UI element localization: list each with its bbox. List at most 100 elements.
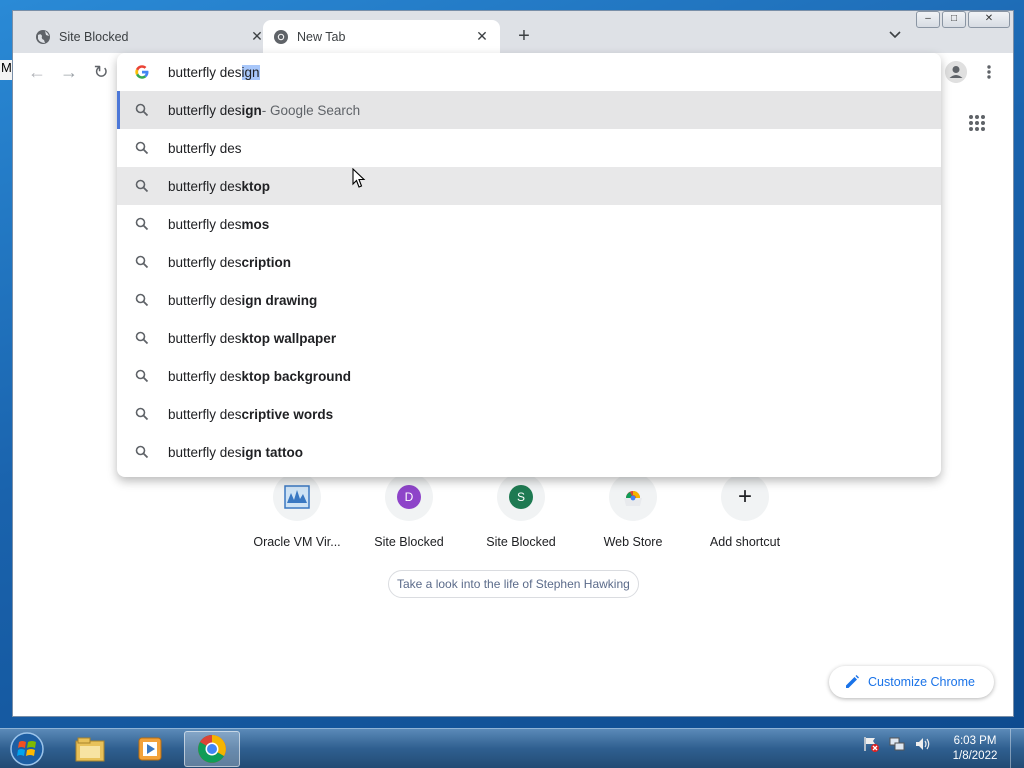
- autocomplete-selection: ign: [241, 64, 260, 80]
- search-icon: [135, 217, 149, 231]
- system-clock[interactable]: 6:03 PM 1/8/2022: [944, 734, 1006, 764]
- suggestion-prefix: butterfly des: [168, 178, 242, 194]
- suggestion-suffix: - Google Search: [261, 102, 361, 118]
- shortcut-tile[interactable]: S Site Blocked: [465, 473, 577, 549]
- search-icon: [135, 179, 149, 193]
- suggestion-completion: mos: [241, 216, 270, 232]
- tab-new-tab[interactable]: New Tab ✕: [263, 20, 500, 53]
- mouse-cursor-icon: [352, 168, 366, 188]
- suggestion-completion: ign tattoo: [241, 444, 304, 460]
- chevron-down-icon[interactable]: [887, 27, 903, 43]
- media-player-icon: [138, 737, 162, 761]
- shortcut-tile[interactable]: Web Store: [577, 473, 689, 549]
- suggestion-completion: ktop background: [241, 368, 352, 384]
- shortcuts-grid: Oracle VM Vir... D Site Blocked S Site B…: [241, 473, 801, 563]
- profile-icon[interactable]: [945, 61, 967, 83]
- suggestion-prefix: butterfly des: [168, 368, 242, 384]
- chrome-icon: [274, 29, 288, 44]
- close-window-button[interactable]: ✕: [968, 11, 1010, 28]
- plus-icon: +: [737, 483, 752, 510]
- taskbar-media-player[interactable]: [122, 731, 178, 767]
- shortcut-label: Oracle VM Vir...: [253, 535, 341, 549]
- google-apps-icon[interactable]: [968, 114, 986, 132]
- search-icon: [135, 255, 149, 269]
- chrome-icon: [198, 735, 226, 763]
- suggestion-prefix: butterfly des: [168, 254, 242, 270]
- suggestion-item[interactable]: butterfly des criptive words: [117, 395, 941, 433]
- shortcut-icon-circle: +: [721, 473, 769, 521]
- suggestion-item[interactable]: butterfly des ktop: [117, 167, 941, 205]
- window-controls: – □ ✕: [916, 11, 1012, 28]
- tab-close-icon[interactable]: ✕: [474, 28, 490, 45]
- tab-strip: Site Blocked ✕ New Tab ✕ + – □ ✕: [13, 11, 1013, 53]
- search-icon: [135, 445, 149, 459]
- suggestion-item[interactable]: butterfly des cription: [117, 243, 941, 281]
- suggestion-prefix: butterfly des: [168, 140, 242, 156]
- more-menu-icon[interactable]: [981, 62, 997, 82]
- tab-site-blocked[interactable]: Site Blocked ✕: [25, 20, 275, 53]
- maximize-button[interactable]: □: [942, 11, 966, 28]
- suggestion-item[interactable]: butterfly des: [117, 129, 941, 167]
- suggestion-item[interactable]: butterfly des mos: [117, 205, 941, 243]
- shortcut-icon-circle: S: [497, 473, 545, 521]
- show-desktop-button[interactable]: [1010, 729, 1024, 768]
- search-icon: [135, 293, 149, 307]
- search-icon: [135, 407, 149, 421]
- file-explorer-icon: [75, 737, 105, 762]
- shortcut-tile[interactable]: D Site Blocked: [353, 473, 465, 549]
- system-tray: [862, 735, 932, 753]
- search-icon: [135, 331, 149, 345]
- suggestion-completion: ign drawing: [241, 292, 318, 308]
- suggestion-item[interactable]: butterfly des ign - Google Search: [117, 91, 941, 129]
- reload-button[interactable]: ↻: [90, 61, 112, 83]
- forward-button[interactable]: →: [58, 61, 80, 83]
- taskbar-chrome[interactable]: [184, 731, 240, 767]
- suggestion-list: butterfly des ign - Google Search butterfl…: [117, 91, 941, 471]
- pencil-icon: [846, 675, 859, 688]
- suggestion-prefix: butterfly des: [168, 216, 242, 232]
- google-g-icon: [135, 65, 149, 79]
- address-bar-input[interactable]: butterfly des ign: [117, 53, 941, 91]
- shortcut-tile[interactable]: Oracle VM Vir...: [241, 473, 353, 549]
- search-icon: [135, 141, 149, 155]
- back-button[interactable]: ←: [26, 61, 48, 83]
- taskbar-file-explorer[interactable]: [62, 731, 118, 767]
- action-center-flag-icon[interactable]: [862, 735, 880, 753]
- taskbar: 6:03 PM 1/8/2022: [0, 728, 1024, 768]
- new-tab-button[interactable]: +: [513, 25, 535, 47]
- shortcut-label: Site Blocked: [486, 535, 556, 549]
- suggestion-completion: ktop wallpaper: [241, 330, 337, 346]
- suggestion-item[interactable]: butterfly des ktop wallpaper: [117, 319, 941, 357]
- letter-s-icon: S: [509, 485, 533, 509]
- globe-icon: [36, 29, 50, 44]
- network-icon[interactable]: [888, 735, 906, 753]
- desktop-edge-letter: M: [0, 60, 12, 80]
- suggestion-prefix: butterfly des: [168, 330, 242, 346]
- suggestion-completion: criptive words: [241, 406, 334, 422]
- tab-title: New Tab: [297, 29, 346, 44]
- promo-link[interactable]: Take a look into the life of Stephen Haw…: [388, 570, 639, 598]
- customize-chrome-button[interactable]: Customize Chrome: [829, 666, 994, 698]
- suggestion-prefix: butterfly des: [168, 444, 242, 460]
- search-icon: [135, 103, 149, 117]
- volume-icon[interactable]: [914, 735, 932, 753]
- shortcut-icon-circle: D: [385, 473, 433, 521]
- webstore-icon: [624, 491, 642, 506]
- minimize-button[interactable]: –: [916, 11, 940, 28]
- suggestion-item[interactable]: butterfly des ign drawing: [117, 281, 941, 319]
- suggestion-prefix: butterfly des: [168, 292, 242, 308]
- shortcut-label: Add shortcut: [709, 535, 781, 549]
- shortcut-tile[interactable]: + Add shortcut: [689, 473, 801, 549]
- suggestion-item[interactable]: butterfly des ign tattoo: [117, 433, 941, 471]
- shortcut-label: Web Store: [603, 535, 663, 549]
- windows-start-icon[interactable]: [7, 730, 47, 768]
- omnibox-dropdown: butterfly des ign butterfly des ign - Goog…: [117, 53, 941, 477]
- shortcut-icon-circle: [273, 473, 321, 521]
- clock-date: 1/8/2022: [952, 750, 998, 762]
- chrome-window: Site Blocked ✕ New Tab ✕ + – □ ✕ ← → ↻ O…: [12, 10, 1014, 717]
- suggestion-item[interactable]: butterfly des ktop background: [117, 357, 941, 395]
- suggestion-prefix: butterfly des: [168, 102, 242, 118]
- clock-time: 6:03 PM: [953, 735, 997, 747]
- customize-label: Customize Chrome: [868, 675, 975, 689]
- typed-text: butterfly des: [168, 64, 242, 80]
